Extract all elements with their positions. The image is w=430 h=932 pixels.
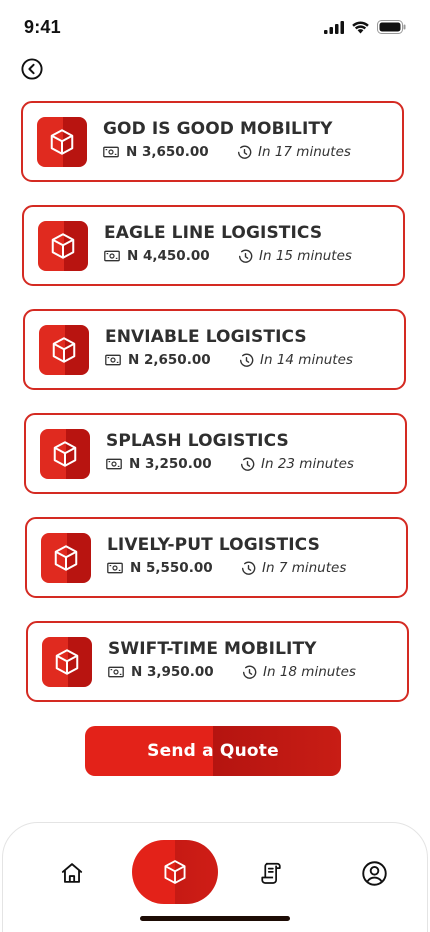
package-badge [37, 117, 87, 167]
price-info: N 3,250.00 [106, 456, 212, 472]
clock-icon [237, 144, 252, 159]
box-icon [50, 129, 74, 155]
company-name: SPLASH LOGISTICS [106, 431, 289, 451]
price-value: N 4,450.00 [127, 248, 210, 264]
price-info: N 2,650.00 [105, 352, 211, 368]
profile-icon [361, 860, 387, 886]
status-bar: 9:41 [0, 0, 430, 56]
status-time: 9:41 [24, 17, 61, 37]
eta-value: In 23 minutes [261, 456, 354, 472]
cash-icon [106, 458, 122, 470]
price-value: N 3,650.00 [126, 144, 209, 160]
cellular-signal-icon [324, 20, 344, 34]
eta-value: In 18 minutes [263, 664, 356, 680]
box-icon [164, 860, 186, 884]
cash-icon [107, 562, 123, 574]
package-badge [41, 533, 91, 583]
box-icon [55, 649, 79, 675]
box-icon [51, 233, 75, 259]
price-info: N 5,550.00 [107, 560, 213, 576]
package-badge [38, 221, 88, 271]
package-badge [39, 325, 89, 375]
package-badge [42, 637, 92, 687]
quote-card[interactable]: EAGLE LINE LOGISTICS N 4,450.00 In 15 mi… [22, 205, 405, 286]
box-icon [54, 545, 78, 571]
company-name: SWIFT-TIME MOBILITY [108, 639, 317, 659]
cash-icon [105, 354, 121, 366]
package-badge [40, 429, 90, 479]
company-name: LIVELY-PUT LOGISTICS [107, 535, 320, 555]
nav-packages[interactable] [132, 840, 218, 904]
eta-value: In 7 minutes [262, 560, 347, 576]
company-name: GOD IS GOOD MOBILITY [103, 119, 333, 139]
price-info: N 3,950.00 [108, 664, 214, 680]
price-value: N 5,550.00 [130, 560, 213, 576]
price-info: N 3,650.00 [103, 144, 209, 160]
wifi-icon [352, 21, 369, 34]
quote-card[interactable]: GOD IS GOOD MOBILITY N 3,650.00 In 17 mi… [21, 101, 404, 182]
status-icons [324, 20, 406, 34]
company-name: EAGLE LINE LOGISTICS [104, 223, 323, 243]
quote-card[interactable]: SPLASH LOGISTICS N 3,250.00 In 23 minute… [24, 413, 407, 494]
box-icon [52, 337, 76, 363]
clock-icon [238, 248, 253, 263]
eta-info: In 18 minutes [242, 664, 356, 680]
eta-value: In 17 minutes [258, 144, 351, 160]
clock-icon [240, 456, 255, 471]
receipt-icon [261, 862, 281, 884]
eta-info: In 23 minutes [240, 456, 354, 472]
eta-value: In 15 minutes [259, 248, 352, 264]
nav-orders[interactable] [258, 859, 286, 887]
back-button[interactable] [20, 57, 44, 81]
price-value: N 2,650.00 [128, 352, 211, 368]
quote-card[interactable]: ENVIABLE LOGISTICS N 2,650.00 In 14 minu… [23, 309, 406, 390]
eta-info: In 14 minutes [239, 352, 353, 368]
price-value: N 3,250.00 [129, 456, 212, 472]
back-arrow-icon [21, 58, 43, 80]
send-quote-button[interactable]: Send a Quote [85, 726, 341, 776]
box-icon [53, 441, 77, 467]
cash-icon [103, 146, 119, 158]
clock-icon [242, 664, 257, 679]
clock-icon [241, 560, 256, 575]
price-info: N 4,450.00 [104, 248, 210, 264]
nav-profile[interactable] [360, 859, 388, 887]
quote-card[interactable]: SWIFT-TIME MOBILITY N 3,950.00 In 18 min… [26, 621, 409, 702]
cash-icon [108, 666, 124, 678]
company-name: ENVIABLE LOGISTICS [105, 327, 307, 347]
home-icon [61, 863, 83, 883]
eta-info: In 17 minutes [237, 144, 351, 160]
battery-icon [377, 20, 406, 34]
quote-card[interactable]: LIVELY-PUT LOGISTICS N 5,550.00 In 7 min… [25, 517, 408, 598]
clock-icon [239, 352, 254, 367]
home-indicator [140, 916, 290, 921]
cash-icon [104, 250, 120, 262]
eta-info: In 15 minutes [238, 248, 352, 264]
eta-info: In 7 minutes [241, 560, 346, 576]
eta-value: In 14 minutes [260, 352, 353, 368]
price-value: N 3,950.00 [131, 664, 214, 680]
nav-home[interactable] [58, 859, 86, 887]
